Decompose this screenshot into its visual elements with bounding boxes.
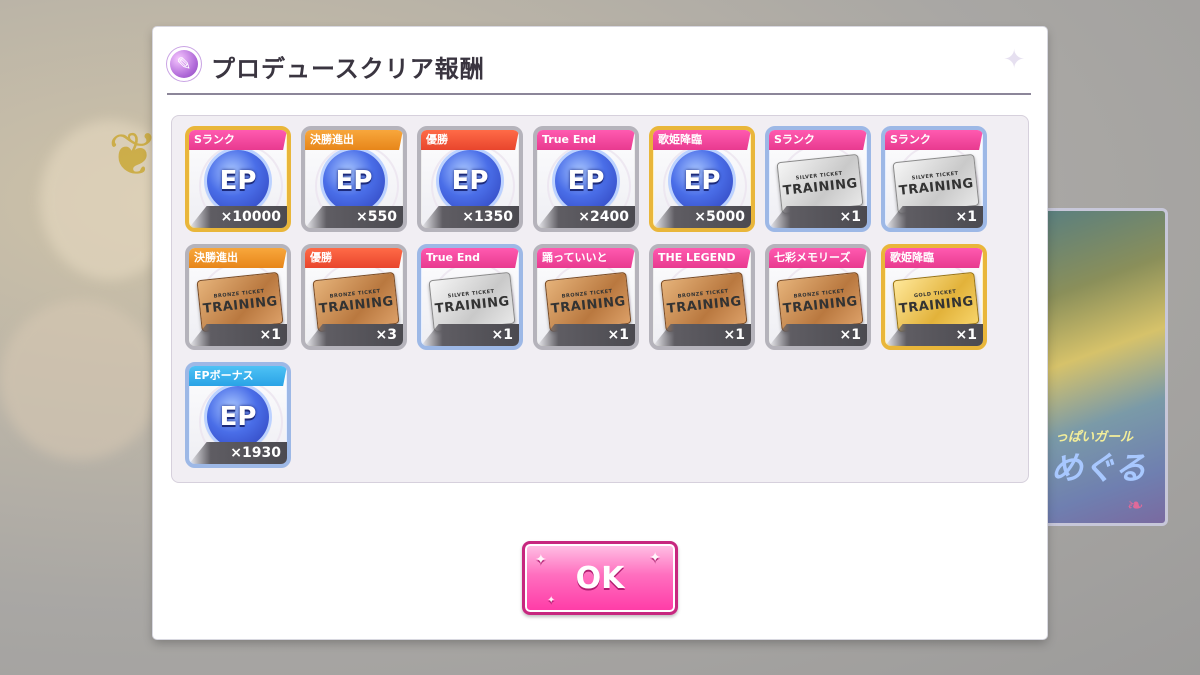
reward-quantity: ×5000 [653,206,751,228]
ok-button[interactable]: OK ✦ ✦ ✦ [522,541,678,615]
reward-condition-label: True End [421,248,519,268]
training-ticket-icon: GOLD TICKET TRAINING [892,271,980,333]
reward-condition-label: 踊っていいと [537,248,635,268]
reward-item[interactable]: EP 優勝 ×1350 [417,126,523,232]
ep-coin-icon: EP [439,150,501,212]
wing-icon: ❧ [1127,493,1144,517]
feather-badge-icon: ✎ [167,47,201,81]
ep-coin-icon: EP [323,150,385,212]
sparkle-icon: ✦ [1003,45,1025,75]
dialog-header: ✎ プロデュースクリア報酬 ✦ [167,45,1031,95]
training-ticket-icon: BRONZE TICKET TRAINING [544,271,632,333]
dialog-title: プロデュースクリア報酬 [211,55,485,83]
reward-item[interactable]: EP Sランク ×10000 [185,126,291,232]
ticket-main-text: TRAINING [898,176,975,199]
training-ticket-icon: BRONZE TICKET TRAINING [660,271,748,333]
reward-quantity: ×1350 [421,206,519,228]
reward-condition-label: 歌姫降臨 [653,130,751,150]
background-glow [0,300,160,460]
reward-item[interactable]: EP True End ×2400 [533,126,639,232]
sparkle-icon: ✦ [535,552,547,568]
reward-item[interactable]: BRONZE TICKET TRAINING THE LEGEND ×1 [649,244,755,350]
reward-condition-label: Sランク [769,130,867,150]
reward-quantity: ×550 [305,206,403,228]
produce-clear-reward-dialog: ✎ プロデュースクリア報酬 ✦ EP Sランク ×10000 EP 決勝進出 ×550 EP… [153,27,1047,639]
training-ticket-icon: SILVER TICKET TRAINING [428,271,516,333]
reward-item[interactable]: EP EPボーナス ×1930 [185,362,291,468]
sparkle-icon: ✦ [547,595,556,606]
reward-item[interactable]: BRONZE TICKET TRAINING 踊っていいと ×1 [533,244,639,350]
reward-item[interactable]: BRONZE TICKET TRAINING 七彩メモリーズ ×1 [765,244,871,350]
reward-item[interactable]: SILVER TICKET TRAINING True End ×1 [417,244,523,350]
reward-item[interactable]: EP 決勝進出 ×550 [301,126,407,232]
training-ticket-icon: SILVER TICKET TRAINING [776,153,864,215]
reward-item[interactable]: BRONZE TICKET TRAINING 決勝進出 ×1 [185,244,291,350]
ticket-main-text: TRAINING [434,294,511,317]
reward-condition-label: EPボーナス [189,366,287,386]
reward-condition-label: 決勝進出 [305,130,403,150]
training-ticket-icon: SILVER TICKET TRAINING [892,153,980,215]
ep-coin-icon: EP [671,150,733,212]
reward-item[interactable]: SILVER TICKET TRAINING Sランク ×1 [765,126,871,232]
reward-condition-label: 優勝 [421,130,519,150]
reward-condition-label: 優勝 [305,248,403,268]
ticket-main-text: TRAINING [782,176,859,199]
training-ticket-icon: BRONZE TICKET TRAINING [776,271,864,333]
reward-condition-label: Sランク [189,130,287,150]
ep-coin-icon: EP [555,150,617,212]
reward-condition-label: Sランク [885,130,983,150]
reward-quantity: ×10000 [189,206,287,228]
reward-condition-label: True End [537,130,635,150]
ticket-main-text: TRAINING [898,294,975,317]
reward-condition-label: THE LEGEND [653,248,751,268]
reward-item[interactable]: GOLD TICKET TRAINING 歌姫降臨 ×1 [881,244,987,350]
reward-condition-label: 歌姫降臨 [885,248,983,268]
ep-coin-icon: EP [207,386,269,448]
background-idol-card: っぱいガール めぐる ❧ [1040,208,1168,526]
reward-item[interactable]: EP 歌姫降臨 ×5000 [649,126,755,232]
card-name: めぐる [1051,449,1147,487]
reward-quantity: ×2400 [537,206,635,228]
laurel-icon: ❦ [108,120,159,190]
training-ticket-icon: BRONZE TICKET TRAINING [196,271,284,333]
reward-condition-label: 決勝進出 [189,248,287,268]
rewards-panel: EP Sランク ×10000 EP 決勝進出 ×550 EP 優勝 ×1350 EP True En… [171,115,1029,483]
sparkle-icon: ✦ [649,550,661,566]
ok-button-label: OK [575,560,625,596]
reward-item[interactable]: SILVER TICKET TRAINING Sランク ×1 [881,126,987,232]
reward-quantity: ×1930 [189,442,287,464]
reward-condition-label: 七彩メモリーズ [769,248,867,268]
reward-item[interactable]: BRONZE TICKET TRAINING 優勝 ×3 [301,244,407,350]
ep-coin-icon: EP [207,150,269,212]
training-ticket-icon: BRONZE TICKET TRAINING [312,271,400,333]
